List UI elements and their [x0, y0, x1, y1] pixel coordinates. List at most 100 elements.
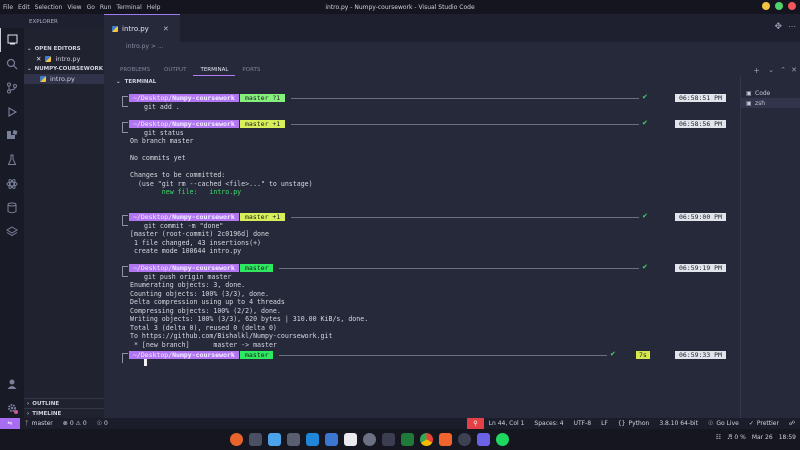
workspace-file-item[interactable]: intro.py	[24, 74, 104, 84]
end-of-line[interactable]: LF	[596, 420, 613, 427]
terminal-command: git push origin master	[144, 272, 232, 281]
chevron-down-icon[interactable]: ⌄	[116, 79, 121, 85]
spotify-icon[interactable]	[496, 433, 509, 446]
volume-indicator[interactable]: ♬ 0 %	[727, 434, 746, 441]
timeline-label: TIMELINE	[32, 410, 62, 417]
prompt-filler	[291, 124, 639, 125]
editor-area[interactable]	[104, 52, 800, 64]
menu-terminal[interactable]: Terminal	[116, 4, 141, 11]
vscode-icon[interactable]	[306, 433, 319, 446]
camera-icon[interactable]	[268, 433, 281, 446]
terminal-item-code[interactable]: ▣ Code	[741, 88, 800, 98]
files-icon[interactable]	[249, 433, 262, 446]
settings-icon[interactable]	[363, 433, 376, 446]
open-editor-item[interactable]: ✕ intro.py	[24, 54, 104, 64]
network-icon[interactable]: ☷	[716, 434, 721, 441]
manage-activity[interactable]	[0, 396, 24, 420]
prompt-filler	[291, 217, 639, 218]
problems-status[interactable]: ⊗ 0 ⚠ 0	[58, 420, 92, 427]
chrome-icon[interactable]	[420, 433, 433, 446]
open-editors-section[interactable]: ⌄ OPEN EDITORS	[24, 44, 104, 54]
menu-edit[interactable]: Edit	[18, 4, 30, 11]
error-badge[interactable]: ⚲	[467, 418, 484, 429]
tab-terminal[interactable]: TERMINAL	[193, 64, 236, 76]
python-interpreter[interactable]: 3.8.10 64-bit	[654, 420, 703, 427]
more-actions-icon[interactable]: ⋯	[788, 22, 796, 31]
prompt-hook	[122, 268, 128, 277]
close-icon[interactable]: ✕	[36, 55, 41, 63]
menu-run[interactable]: Run	[100, 4, 112, 11]
inkscape-icon[interactable]	[344, 433, 357, 446]
extensions-activity[interactable]	[0, 124, 24, 148]
menu-selection[interactable]: Selection	[35, 4, 63, 11]
cursor-position[interactable]: Ln 44, Col 1	[484, 420, 530, 427]
check-icon: ✔	[642, 119, 648, 127]
terminal-output[interactable]: ~/Desktop/Numpy-coursework master ?1 ✔ 06:5…	[104, 88, 740, 418]
terminal-command: git commit -m "done"	[144, 221, 224, 230]
close-button[interactable]	[788, 2, 796, 10]
indentation[interactable]: Spaces: 4	[529, 420, 568, 427]
database-icon	[7, 202, 17, 214]
menu-file[interactable]: File	[3, 4, 13, 11]
breadcrumb-text[interactable]: intro.py > ...	[126, 43, 164, 50]
terminal-app-icon[interactable]	[401, 433, 414, 446]
maximize-button[interactable]	[775, 2, 783, 10]
tab-ports[interactable]: PORTS	[235, 64, 267, 76]
folder-icon[interactable]	[287, 433, 300, 446]
date-label[interactable]: Mar 26	[752, 434, 773, 441]
run-debug-activity[interactable]	[0, 100, 24, 124]
prompt-git-status: master +1	[240, 213, 286, 221]
ports-status[interactable]: ☉ 0	[92, 420, 113, 427]
search-activity[interactable]	[0, 52, 24, 76]
window-icon[interactable]	[382, 433, 395, 446]
layers-activity[interactable]	[0, 220, 24, 244]
prompt-git-status: master ?1	[240, 94, 286, 102]
discord-icon[interactable]	[477, 433, 490, 446]
new-terminal-icon[interactable]: +	[753, 66, 760, 75]
ports-count: 0	[104, 420, 108, 427]
language-mode[interactable]: {} Python	[613, 420, 654, 427]
workspace-section[interactable]: ⌄ NUMPY-COURSEWORK	[24, 64, 104, 74]
menu-help[interactable]: Help	[147, 4, 161, 11]
firefox-icon[interactable]	[230, 433, 243, 446]
outline-section[interactable]: › OUTLINE	[24, 398, 104, 408]
menu-view[interactable]: View	[67, 4, 81, 11]
tab-intro-py[interactable]: intro.py ✕	[104, 14, 180, 42]
timeline-section[interactable]: › TIMELINE	[24, 408, 104, 418]
accounts-activity[interactable]	[0, 372, 24, 396]
branch-status[interactable]: ᛉ master	[20, 420, 58, 427]
terminal-item-zsh[interactable]: ▣ zsh	[741, 98, 800, 108]
explorer-activity[interactable]	[0, 28, 24, 52]
terminal-output-line: Total 3 (delta 0), reused 0 (delta 0)	[130, 323, 277, 332]
tab-label: intro.py	[122, 24, 149, 33]
flask-icon	[7, 154, 17, 165]
tasks-icon[interactable]	[325, 433, 338, 446]
brave-icon[interactable]	[439, 433, 452, 446]
split-editor-icon[interactable]: ✥	[774, 22, 782, 32]
prettier-status[interactable]: ✓ Prettier	[744, 420, 784, 427]
minimize-button[interactable]	[762, 2, 770, 10]
testing-activity[interactable]	[0, 148, 24, 172]
close-panel-icon[interactable]: ✕	[791, 66, 797, 74]
clock-label[interactable]: 18:59	[779, 434, 796, 441]
remote-indicator[interactable]: ⇋	[0, 418, 20, 429]
terminal-header-label: TERMINAL	[124, 79, 157, 85]
tab-output[interactable]: OUTPUT	[157, 64, 193, 76]
terminal-icon: ▣	[746, 99, 752, 107]
tab-problems[interactable]: PROBLEMS	[104, 64, 157, 76]
go-live-button[interactable]: ☉ Go Live	[703, 420, 744, 427]
panel-tab-bar: PROBLEMS OUTPUT TERMINAL PORTS + ⌄ ⌃ ✕	[104, 64, 800, 76]
prompt-directory-prefix: ~/Desktop/	[133, 94, 173, 102]
react-activity[interactable]	[0, 172, 24, 196]
menu-go[interactable]: Go	[87, 4, 95, 11]
close-icon[interactable]: ✕	[163, 25, 169, 33]
chevron-down-icon[interactable]: ⌄	[768, 66, 774, 74]
encoding[interactable]: UTF-8	[569, 420, 597, 427]
prompt-time: 06:58:56 PM	[674, 120, 726, 128]
maximize-panel-icon[interactable]: ⌃	[780, 66, 786, 74]
chevron-down-icon: ⌄	[27, 66, 32, 72]
github-icon[interactable]	[458, 433, 471, 446]
source-control-activity[interactable]	[0, 76, 24, 100]
notifications-icon[interactable]: ☍	[784, 420, 800, 427]
database-activity[interactable]	[0, 196, 24, 220]
